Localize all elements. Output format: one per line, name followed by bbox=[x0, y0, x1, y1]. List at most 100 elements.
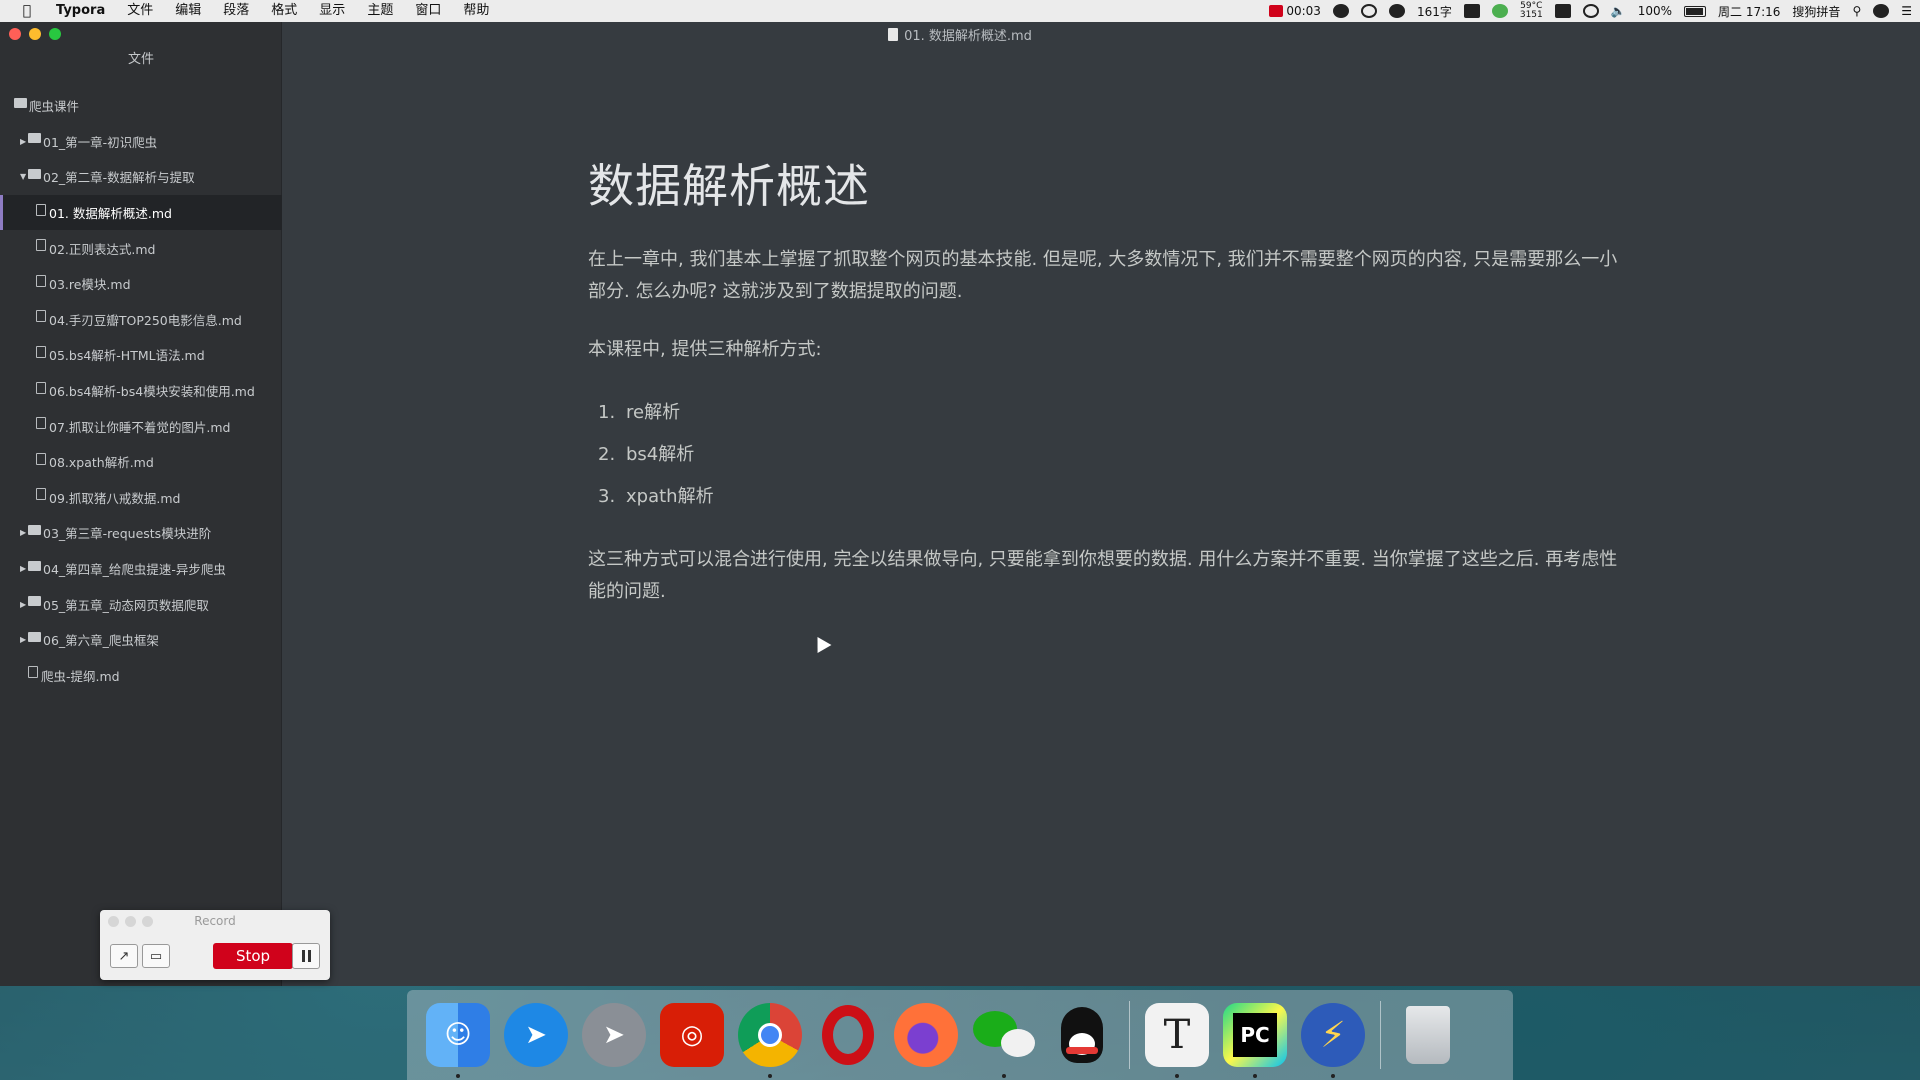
tree-file[interactable]: 08.xpath解析.md bbox=[0, 444, 282, 480]
menu-help[interactable]: 帮助 bbox=[452, 0, 500, 22]
volume-icon[interactable]: 🔈 bbox=[1611, 4, 1626, 18]
color-wheel-icon[interactable] bbox=[1491, 4, 1508, 18]
disclosure-down-icon[interactable]: ▼ bbox=[20, 172, 28, 181]
file-icon bbox=[28, 666, 38, 679]
tree-folder-ch3[interactable]: ▶ 03_第三章-requests模块进阶 bbox=[0, 515, 282, 551]
dock-trash[interactable] bbox=[1395, 1002, 1461, 1068]
menu-format[interactable]: 格式 bbox=[260, 0, 308, 22]
trash-icon bbox=[1396, 1003, 1460, 1067]
tree-folder-ch5[interactable]: ▶ 05_第五章_动态网页数据爬取 bbox=[0, 586, 282, 622]
list-text: bs4解析 bbox=[626, 444, 695, 465]
pause-recording-button[interactable] bbox=[292, 943, 320, 969]
tree-file[interactable]: 04.手刃豆瓣TOP250电影信息.md bbox=[0, 302, 282, 338]
tree-file[interactable]: 03.re模块.md bbox=[0, 266, 282, 302]
list-item[interactable]: 2. bs4解析 bbox=[588, 434, 1618, 476]
tree-label: 02.正则表达式.md bbox=[49, 241, 156, 257]
region-select-button[interactable]: ▭ bbox=[142, 944, 170, 968]
menu-window[interactable]: 窗口 bbox=[404, 0, 452, 22]
stop-recording-button[interactable]: Stop bbox=[213, 943, 293, 969]
tree-folder-ch1[interactable]: ▶ 01_第一章-初识爬虫 bbox=[0, 124, 282, 160]
recording-status[interactable]: 00:03 bbox=[1269, 4, 1321, 18]
paragraph-2[interactable]: 本课程中, 提供三种解析方式: bbox=[588, 334, 1618, 366]
typora-icon: T bbox=[1145, 1003, 1209, 1067]
tree-folder-ch2[interactable]: ▼ 02_第二章-数据解析与提取 bbox=[0, 159, 282, 195]
file-icon bbox=[36, 452, 46, 465]
battery-icon[interactable] bbox=[1684, 5, 1707, 17]
list-item[interactable]: 1. re解析 bbox=[588, 392, 1618, 434]
dock-wechat[interactable] bbox=[971, 1002, 1037, 1078]
disclosure-right-icon[interactable]: ▶ bbox=[20, 137, 28, 146]
dock-opera[interactable] bbox=[815, 1002, 881, 1068]
menu-edit[interactable]: 编辑 bbox=[164, 0, 212, 22]
list-item[interactable]: 3. xpath解析 bbox=[588, 476, 1618, 518]
menu-app-name[interactable]: Typora bbox=[42, 0, 116, 22]
document-heading[interactable]: 数据解析概述 bbox=[588, 150, 1618, 216]
tree-label: 爬虫-提纲.md bbox=[41, 668, 120, 684]
dock-firefox[interactable] bbox=[893, 1002, 959, 1068]
dock-chrome[interactable] bbox=[737, 1002, 803, 1078]
dock-netease-music[interactable]: ◎ bbox=[659, 1002, 725, 1068]
battery-percent[interactable]: 100% bbox=[1638, 4, 1672, 18]
tree-folder-ch4[interactable]: ▶ 04_第四章_给爬虫提速-异步爬虫 bbox=[0, 551, 282, 587]
tree-file[interactable]: 06.bs4解析-bs4模块安装和使用.md bbox=[0, 373, 282, 409]
dock-thunder[interactable]: ⚡ bbox=[1300, 1002, 1366, 1078]
notification-center-icon[interactable]: ☰ bbox=[1901, 4, 1912, 18]
tree-label: 01. 数据解析概述.md bbox=[49, 206, 172, 222]
markdown-editor[interactable]: 数据解析概述 在上一章中, 我们基本上掌握了抓取整个网页的基本技能. 但是呢, … bbox=[588, 150, 1618, 634]
tree-label: 05_第五章_动态网页数据爬取 bbox=[43, 597, 209, 613]
ime-indicator[interactable]: 搜狗拼音 bbox=[1792, 3, 1840, 20]
list-number: 1. bbox=[598, 402, 616, 423]
menu-view[interactable]: 显示 bbox=[308, 0, 356, 22]
dock-typora[interactable]: T bbox=[1144, 1002, 1210, 1078]
menu-bar:  Typora 文件 编辑 段落 格式 显示 主题 窗口 帮助 00:03 1… bbox=[0, 0, 1920, 22]
title-bar: 01. 数据解析概述.md bbox=[0, 22, 1920, 46]
tree-file[interactable]: 05.bs4解析-HTML语法.md bbox=[0, 337, 282, 373]
minimize-window-button[interactable] bbox=[29, 28, 41, 40]
memory-icon[interactable] bbox=[1554, 4, 1571, 18]
tree-file-outline[interactable]: 爬虫-提纲.md bbox=[0, 658, 282, 694]
bolt-icon[interactable] bbox=[1332, 4, 1349, 18]
disclosure-right-icon[interactable]: ▶ bbox=[20, 528, 28, 537]
grid-icon[interactable] bbox=[1463, 4, 1480, 18]
paragraph-3[interactable]: 这三种方式可以混合进行使用, 完全以结果做导向, 只要能拿到你想要的数据. 用什… bbox=[588, 544, 1618, 608]
disclosure-right-icon[interactable]: ▶ bbox=[20, 635, 28, 644]
word-count[interactable]: 161字 bbox=[1417, 3, 1452, 20]
record-title: Record bbox=[194, 914, 236, 928]
tree-file[interactable]: 09.抓取猪八戒数据.md bbox=[0, 480, 282, 516]
wifi-icon[interactable] bbox=[1582, 4, 1599, 18]
qq-icon bbox=[1050, 1003, 1114, 1067]
dock-qq[interactable] bbox=[1049, 1002, 1115, 1068]
wechat-tray-icon[interactable] bbox=[1388, 4, 1405, 18]
dock-safari[interactable]: ➤ bbox=[503, 1002, 569, 1068]
spotlight-search-icon[interactable]: ⚲ bbox=[1852, 4, 1861, 18]
disclosure-right-icon[interactable]: ▶ bbox=[20, 564, 28, 573]
dock-finder[interactable]: ☺ bbox=[425, 1002, 491, 1078]
menu-file[interactable]: 文件 bbox=[116, 0, 164, 22]
dock-pycharm[interactable]: PC bbox=[1222, 1002, 1288, 1078]
tree-file[interactable]: 07.抓取让你睡不着觉的图片.md bbox=[0, 408, 282, 444]
zoom-window-button[interactable] bbox=[49, 28, 61, 40]
annotate-arrow-button[interactable]: ↗ bbox=[110, 944, 138, 968]
clock[interactable]: 周二 17:16 bbox=[1718, 3, 1780, 20]
menu-theme[interactable]: 主题 bbox=[356, 0, 404, 22]
tree-file[interactable]: 02.正则表达式.md bbox=[0, 230, 282, 266]
close-window-button[interactable] bbox=[9, 28, 21, 40]
tree-file-active[interactable]: 01. 数据解析概述.md bbox=[0, 194, 282, 231]
temperature-readout[interactable]: 59°C 3151 bbox=[1520, 2, 1543, 20]
paragraph-1[interactable]: 在上一章中, 我们基本上掌握了抓取整个网页的基本技能. 但是呢, 大多数情况下,… bbox=[588, 244, 1618, 308]
tree-label: 07.抓取让你睡不着觉的图片.md bbox=[49, 419, 231, 435]
running-indicator bbox=[768, 1074, 772, 1078]
disclosure-right-icon[interactable]: ▶ bbox=[20, 600, 28, 609]
cloud-icon[interactable] bbox=[1360, 4, 1377, 18]
apple-icon[interactable]:  bbox=[12, 3, 42, 19]
tree-root-folder[interactable]: 爬虫课件 bbox=[0, 88, 282, 124]
menu-paragraph[interactable]: 段落 bbox=[212, 0, 260, 22]
dock-launchpad[interactable]: ➤ bbox=[581, 1002, 647, 1068]
tree-folder-ch6[interactable]: ▶ 06_第六章_爬虫框架 bbox=[0, 622, 282, 658]
siri-icon[interactable] bbox=[1873, 4, 1890, 18]
running-indicator bbox=[1002, 1074, 1006, 1078]
folder-icon bbox=[28, 560, 41, 571]
document-icon bbox=[888, 27, 899, 41]
list-text: xpath解析 bbox=[626, 486, 714, 507]
folder-icon bbox=[28, 133, 41, 144]
